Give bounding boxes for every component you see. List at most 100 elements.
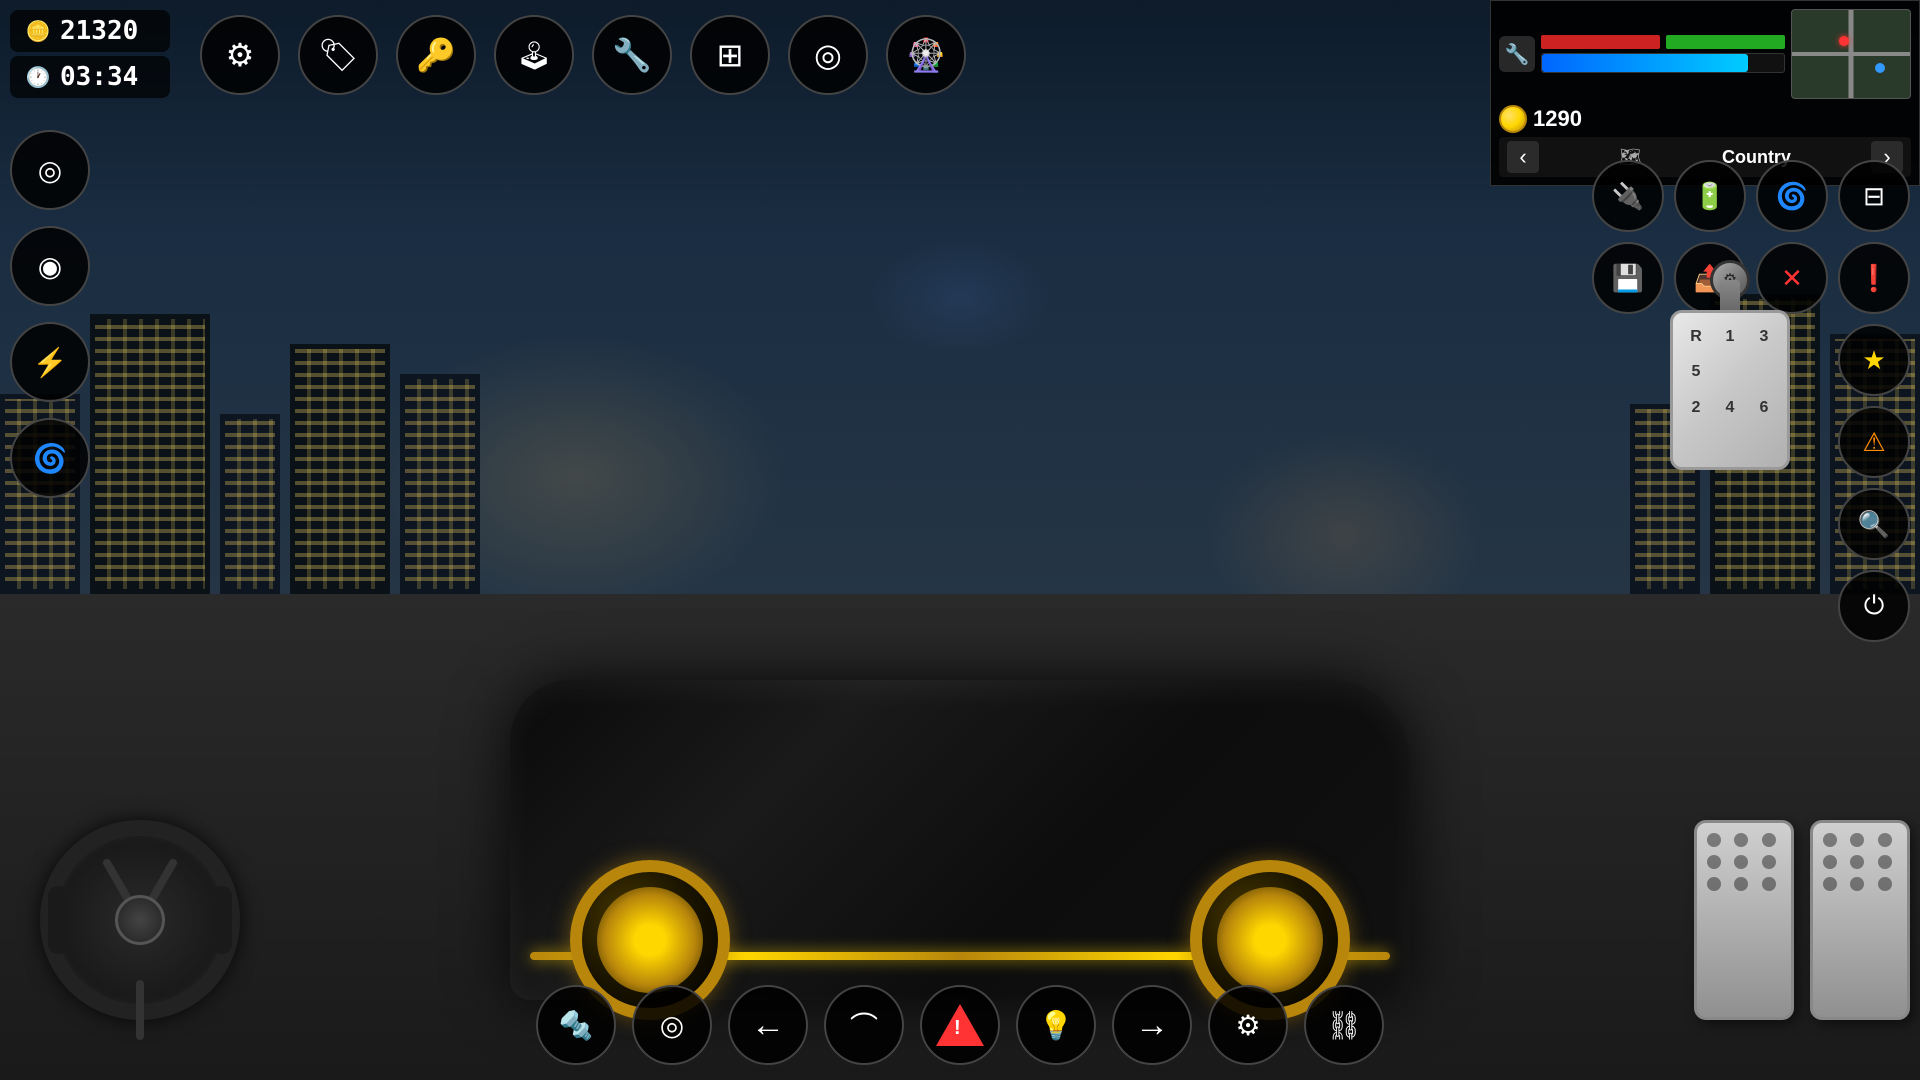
hud-coins-row: 1290 [1499, 105, 1911, 133]
dot [1878, 833, 1892, 847]
status-bars [1541, 35, 1785, 49]
arrow-right-button[interactable]: → [1112, 985, 1192, 1065]
save-button[interactable]: 💾 [1592, 242, 1664, 314]
spark-plug-r-button[interactable]: 🔌 [1592, 160, 1664, 232]
spark-plug-button[interactable]: ⚡ [10, 322, 90, 402]
tire-button[interactable]: ◉ [10, 226, 90, 306]
map-coin-icon [1499, 105, 1527, 133]
wheel-spoke-3 [136, 980, 144, 1040]
wheel-grip-left [48, 886, 68, 953]
steering-wheel[interactable] [40, 820, 240, 1020]
speedometer-button[interactable]: ◎ [10, 130, 90, 210]
transmission-button[interactable]: ⊞ [690, 15, 770, 95]
minimap-roads [1792, 10, 1910, 98]
minimap[interactable] [1791, 9, 1911, 99]
right-row-5: 🔍 [1592, 488, 1910, 560]
right-row-6: ⏻ [1592, 570, 1910, 642]
dot [1707, 833, 1721, 847]
nav-prev-button[interactable]: ‹ [1507, 141, 1539, 173]
turbo-b-button[interactable]: 🔩 [536, 985, 616, 1065]
wheel-rim-left [597, 887, 703, 993]
hazard-triangle [936, 1004, 984, 1046]
gear-4: 4 [1715, 392, 1745, 424]
fuel-bar-container [1541, 53, 1785, 73]
power-button[interactable]: ⏻ [1838, 570, 1910, 642]
timer-icon: 🕐 [24, 63, 52, 91]
car-body [510, 600, 1410, 1000]
dot [1762, 855, 1776, 869]
dot [1878, 877, 1892, 891]
dot [1823, 877, 1837, 891]
gear-sep2 [1749, 357, 1779, 389]
profile-button[interactable]: 🏷 [298, 15, 378, 95]
wheel-button[interactable]: 🎡 [886, 15, 966, 95]
gear-sep1 [1715, 357, 1745, 389]
gear-6: 6 [1749, 392, 1779, 424]
gear-R: R [1681, 321, 1711, 353]
right-row-1: 🔌 🔋 🌀 ⊟ [1592, 160, 1910, 232]
dot [1823, 855, 1837, 869]
brake-dots [1707, 833, 1781, 891]
engine-button[interactable]: ⚙ [1208, 985, 1288, 1065]
left-side-buttons: ◎ ◉ ⚡ 🌀 [10, 120, 90, 498]
star-button[interactable]: ★ [1838, 324, 1910, 396]
gas-dots [1823, 833, 1897, 891]
dot [1762, 833, 1776, 847]
dot [1878, 855, 1892, 869]
alert-button[interactable]: ❗ [1838, 242, 1910, 314]
hud-top-row: 🔧 [1499, 9, 1911, 99]
dot [1823, 833, 1837, 847]
gear-2: 2 [1681, 392, 1711, 424]
wheel-center [115, 895, 165, 945]
brake-pedal[interactable] [1694, 820, 1794, 1020]
coin-icon: 🪙 [24, 17, 52, 45]
timer-row: 🕐 03:34 [10, 56, 170, 98]
hud-wrench-button[interactable]: 🔧 [1499, 36, 1535, 72]
gear-5: 5 [1681, 357, 1711, 389]
battery-button[interactable]: 🔋 [1674, 160, 1746, 232]
arrow-left-button[interactable]: ← [728, 985, 808, 1065]
fuel-bar [1542, 54, 1748, 72]
dot [1850, 855, 1864, 869]
wrench-button[interactable]: 🔧 [592, 15, 672, 95]
chain-button[interactable]: ⛓ [1304, 985, 1384, 1065]
gas-pedal[interactable] [1810, 820, 1910, 1020]
car-display [200, 400, 1720, 1000]
settings-button[interactable]: ⚙ [200, 15, 280, 95]
dot [1707, 877, 1721, 891]
warning-button[interactable]: ⚠ [1838, 406, 1910, 478]
search-button[interactable]: 🔍 [1838, 488, 1910, 560]
dot [1850, 877, 1864, 891]
gear-shift[interactable]: ⚙ R 1 3 5 2 4 6 [1670, 310, 1790, 470]
right-row-2: 💾 📤 ✕ ❗ [1592, 242, 1910, 314]
status-bar-green [1666, 35, 1785, 49]
dot [1734, 877, 1748, 891]
top-toolbar: ⚙ 🏷 🔑 🕹 🔧 ⊞ ◎ 🎡 [200, 15, 966, 95]
pedals [1694, 820, 1910, 1020]
hazard-button[interactable] [920, 985, 1000, 1065]
gear-box: R 1 3 5 2 4 6 [1670, 310, 1790, 470]
lights-button[interactable]: 💡 [1016, 985, 1096, 1065]
status-bar-red [1541, 35, 1660, 49]
fan-button[interactable]: 🌀 [1756, 160, 1828, 232]
tire-front-button[interactable]: ◎ [788, 15, 868, 95]
minimap-destination [1875, 63, 1885, 73]
close-button[interactable]: ✕ [1756, 242, 1828, 314]
key-button[interactable]: 🔑 [396, 15, 476, 95]
gear-1: 1 [1715, 321, 1745, 353]
wiper-button[interactable]: ⌒ [824, 985, 904, 1065]
coins-row: 🪙 21320 [10, 10, 170, 52]
bottom-toolbar: 🔩 ◎ ← ⌒ 💡 → ⚙ ⛓ [536, 985, 1384, 1065]
brake-disc-button[interactable]: ◎ [632, 985, 712, 1065]
turbo-button[interactable]: 🌀 [10, 418, 90, 498]
gear-3: 3 [1749, 321, 1779, 353]
gearstick-button[interactable]: 🕹 [494, 15, 574, 95]
coins-value: 21320 [60, 16, 138, 46]
coolant-button[interactable]: ⊟ [1838, 160, 1910, 232]
map-coins-value: 1290 [1533, 106, 1582, 132]
dot [1734, 833, 1748, 847]
wheel-outer[interactable] [40, 820, 240, 1020]
top-right-panel: 🔧 1290 ‹ 🗺 Cou [1490, 0, 1920, 186]
timer-value: 03:34 [60, 62, 138, 92]
dot [1850, 833, 1864, 847]
